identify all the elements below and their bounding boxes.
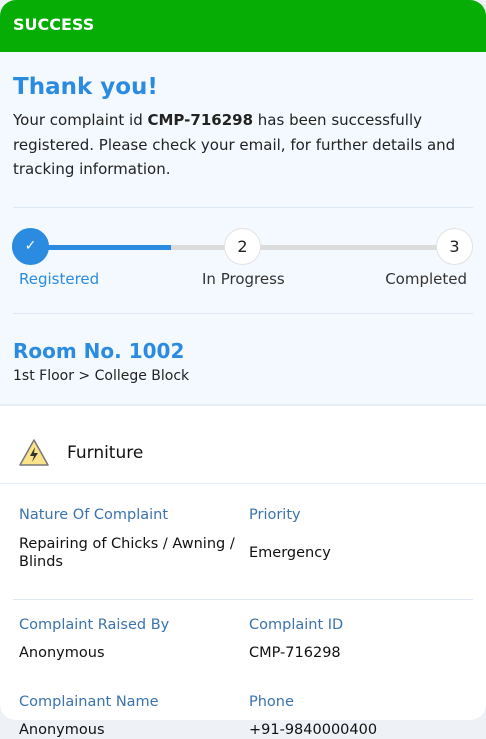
success-header: SUCCESS [0,0,486,52]
divider [13,313,473,314]
detail-value: Anonymous [19,645,105,661]
complaint-success-card: SUCCESS Thank you! Your complaint id CMP… [0,0,486,720]
divider [13,207,473,208]
detail-label: Nature Of Complaint [19,507,169,523]
room-location-path: 1st Floor > College Block [13,368,190,384]
detail-label: Phone [249,694,294,710]
divider [13,599,473,600]
warning-lightning-icon [18,438,50,472]
step-completed-marker: 3 [436,228,473,265]
detail-label: Complainant Name [19,694,159,710]
thank-you-title: Thank you! [13,74,158,100]
step-label-registered: Registered [19,270,100,288]
step-in-progress-marker: 2 [224,228,261,265]
divider [0,483,486,484]
detail-value: +91-9840000400 [249,722,378,738]
step-registered-check-icon: ✓ [12,228,49,265]
step-label-in-progress: In Progress [202,270,285,288]
success-message: Your complaint id CMP-716298 has been su… [13,108,473,182]
detail-value: Repairing of Chicks / Awning / Blinds [19,536,235,570]
summary-section: Thank you! Your complaint id CMP-716298 … [0,52,486,406]
detail-value: CMP-716298 [249,645,341,661]
detail-label: Priority [249,507,301,523]
step-label-completed: Completed [385,270,467,288]
progress-fill [30,245,171,250]
message-text: Your complaint id [13,111,148,129]
category-name: Furniture [67,443,144,463]
detail-value: Emergency [249,545,331,561]
detail-value: Anonymous [19,722,105,738]
complaint-id: CMP-716298 [147,111,254,129]
detail-label: Complaint ID [249,617,344,633]
room-number: Room No. 1002 [13,339,185,363]
detail-label: Complaint Raised By [19,617,170,633]
